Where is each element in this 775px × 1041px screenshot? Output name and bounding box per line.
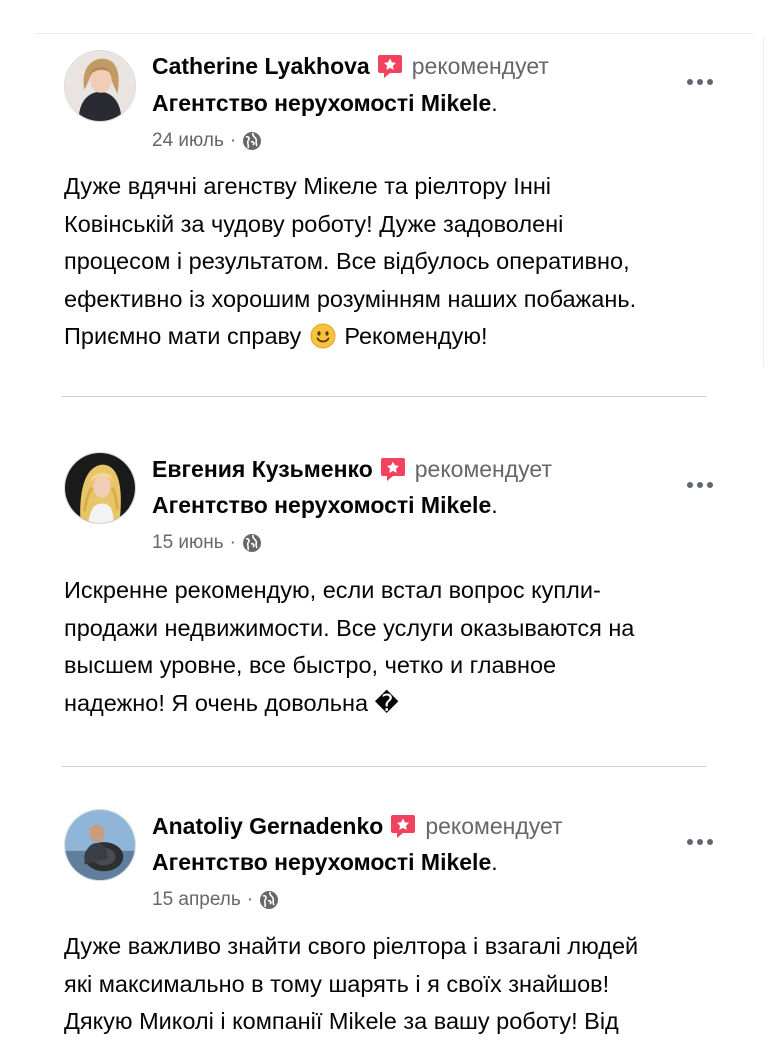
page-name-link[interactable]: Агентство нерухомості Mikele xyxy=(152,492,491,518)
more-options-button[interactable] xyxy=(680,70,720,94)
avatar[interactable] xyxy=(64,809,136,881)
author-name[interactable]: Catherine Lyakhova xyxy=(152,53,370,80)
card-top-edge xyxy=(34,33,754,34)
post-text: Дуже вдячні агенству Мікеле та ріелтору … xyxy=(64,173,637,349)
page-line: Агентство нерухомості Mikele. xyxy=(152,90,498,117)
meta-separator: · xyxy=(229,130,237,151)
page-line: Агентство нерухомості Mikele. xyxy=(152,849,498,876)
page-line: Агентство нерухомості Mikele. xyxy=(152,492,498,519)
recommends-label: рекомендует xyxy=(425,812,563,839)
recommend-badge-icon xyxy=(379,455,407,483)
recommend-badge-icon xyxy=(376,52,404,80)
page-name-link[interactable]: Агентство нерухомості Mikele xyxy=(152,849,491,875)
post-date[interactable]: 24 июль xyxy=(152,130,224,152)
post-header: Евгения Кузьменко рекомендует xyxy=(152,455,552,483)
post-meta: 15 июнь · xyxy=(152,532,262,554)
post-meta: 24 июль · xyxy=(152,130,262,152)
post-date[interactable]: 15 июнь xyxy=(152,532,224,554)
post-header: Catherine Lyakhova рекомендует xyxy=(152,52,549,80)
page-suffix: . xyxy=(491,90,498,116)
globe-icon[interactable] xyxy=(242,131,262,151)
recommends-label: рекомендует xyxy=(414,455,552,482)
recommendations-feed: Catherine Lyakhova рекомендует Агентство… xyxy=(0,0,775,1034)
avatar[interactable] xyxy=(64,50,136,122)
more-options-button[interactable] xyxy=(680,473,720,497)
post-date[interactable]: 15 апрель xyxy=(152,889,241,911)
more-options-button[interactable] xyxy=(680,830,720,854)
recommends-label: рекомендует xyxy=(411,52,549,79)
page-suffix: . xyxy=(491,492,498,518)
globe-icon[interactable] xyxy=(259,890,279,910)
author-name[interactable]: Евгения Кузьменко xyxy=(152,456,373,483)
post-divider xyxy=(62,766,706,767)
meta-separator: · xyxy=(246,889,254,910)
recommend-badge-icon xyxy=(389,812,417,840)
author-name[interactable]: Anatoliy Gernadenko xyxy=(152,813,383,840)
post-text: Искренне рекомендую, если встал вопрос к… xyxy=(64,577,635,716)
meta-separator: · xyxy=(229,532,236,553)
smiling-face-emoji xyxy=(310,323,336,349)
avatar[interactable] xyxy=(64,452,136,524)
globe-icon[interactable] xyxy=(242,533,262,553)
post-header: Anatoliy Gernadenko рекомендует xyxy=(152,812,563,840)
page-name-link[interactable]: Агентство нерухомості Mikele xyxy=(152,90,491,116)
page-suffix: . xyxy=(491,849,498,875)
post-meta: 15 апрель · xyxy=(152,889,279,911)
post-divider xyxy=(62,396,706,397)
